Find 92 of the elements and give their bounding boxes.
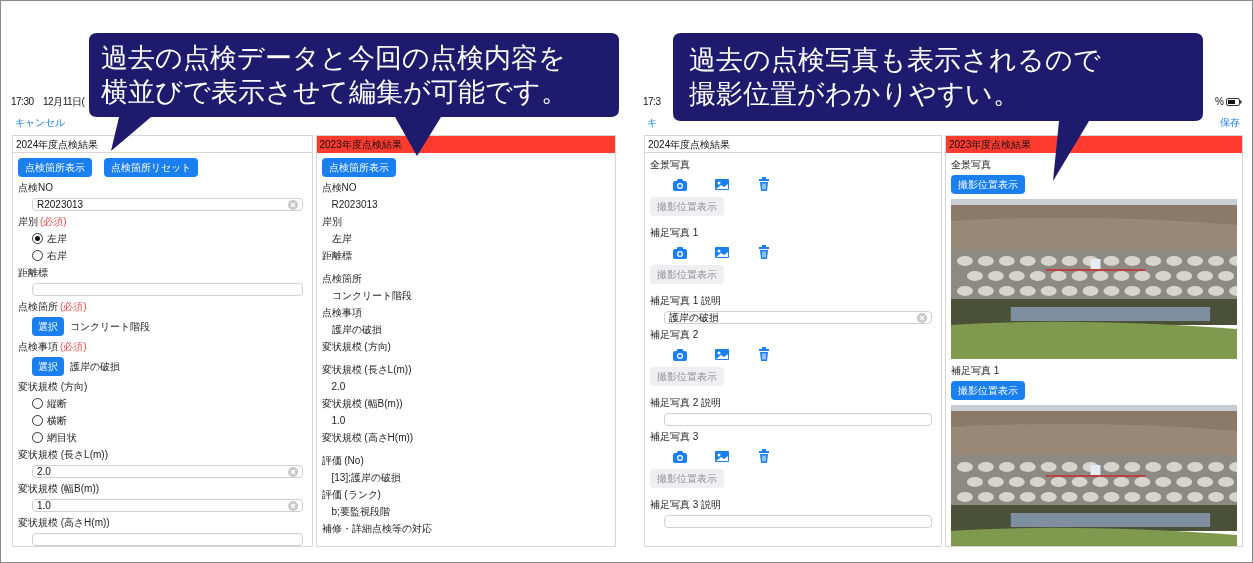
location-button[interactable]: 点検箇所リセット [104, 158, 198, 177]
field-label: 点検事項 [321, 306, 362, 320]
selected-value: コンクリート階段 [70, 320, 150, 334]
input-field[interactable] [32, 283, 303, 296]
required-mark: (必須) [60, 300, 87, 314]
status-time: 17:30 12月11日( [11, 97, 85, 107]
clear-icon [287, 199, 298, 210]
input-field[interactable]: 1.0 [32, 499, 303, 512]
image-icon [714, 346, 730, 362]
camera-icon [672, 244, 688, 260]
input-field[interactable] [32, 533, 303, 546]
field-label: 変状規模 (長さL(m)) [321, 363, 412, 377]
field-label: 変状規模 (高さH(m)) [321, 431, 414, 445]
selected-value: 護岸の破損 [70, 360, 120, 374]
save-link[interactable]: 保存 [1220, 114, 1240, 130]
field-label: 補足写真 3 説明 [650, 498, 722, 512]
panel-header: 2024年度点検結果 [645, 136, 941, 153]
field-value: [13];護岸の破損 [331, 471, 402, 485]
clear-icon [287, 466, 298, 477]
field-label: 全景写真 [951, 158, 991, 172]
cancel-link[interactable]: キャンセル [15, 114, 65, 130]
required-mark: (必須) [40, 215, 67, 229]
field-label: 点検事項 [18, 340, 58, 354]
field-label: 点検NO [18, 181, 53, 195]
option-label: 左岸 [47, 232, 67, 246]
field-label: 補足写真 2 [650, 328, 699, 342]
field-label: 変状規模 (方向) [321, 340, 391, 354]
field-label: 変状規模 (幅B(m)) [321, 397, 403, 411]
location-button[interactable]: 撮影位置表示 [951, 175, 1025, 194]
field-value: 2.0 [331, 380, 347, 394]
field-label: 評価 (No) [321, 454, 364, 468]
camera-icon [672, 346, 688, 362]
clear-icon [917, 312, 927, 323]
location-button[interactable]: 点検箇所表示 [18, 158, 92, 177]
field-value: 護岸の破損 [331, 323, 383, 337]
field-value: b;要監視段階 [331, 505, 391, 519]
option-label: 右岸 [47, 249, 67, 263]
field-label: 距離標 [18, 266, 48, 280]
clear-icon [287, 500, 298, 511]
location-button[interactable]: 撮影位置表示 [951, 381, 1025, 400]
option-label: 横断 [47, 414, 67, 428]
field-label: 点検箇所 [321, 272, 362, 286]
select-button[interactable]: 選択 [32, 357, 64, 376]
input-field[interactable]: 護岸の破損 [664, 311, 932, 324]
select-button[interactable]: 選択 [32, 317, 64, 336]
battery-icon [1226, 98, 1242, 106]
image-icon [714, 244, 730, 260]
trash-icon [756, 448, 772, 464]
field-label: 補足写真 1 [951, 364, 1000, 378]
panel-header: 2023年度点検結果 [946, 136, 1242, 153]
field-value: コンクリート階段 [331, 289, 413, 303]
field-label: 変状規模 (高さH(m)) [18, 516, 110, 530]
field-label: 岸別 [18, 215, 38, 229]
input-field[interactable] [664, 413, 932, 426]
field-label: 変状規模 (幅B(m)) [18, 482, 100, 496]
image-icon [714, 448, 730, 464]
field-value: R2023013 [331, 198, 379, 212]
field-value: 左岸 [331, 232, 353, 246]
field-label: 補足写真 1 [650, 226, 699, 240]
input-field[interactable] [664, 515, 932, 528]
field-label: 岸別 [321, 215, 342, 229]
trash-icon [756, 346, 772, 362]
image-icon [714, 176, 730, 192]
battery-percent: % [1215, 97, 1224, 107]
field-label: 点検NO [321, 181, 357, 195]
panel-header: 2023年度点検結果 [316, 136, 615, 153]
location-button[interactable]: 点検箇所表示 [321, 158, 396, 177]
callout-text: 過去の点検データと今回の点検内容を 横並びで表示させて編集が可能です。 [101, 42, 568, 109]
required-mark: (必須) [60, 340, 87, 354]
field-label: 評価 (ランク) [321, 488, 381, 502]
field-label: 点検箇所 [18, 300, 58, 314]
camera-icon [672, 176, 688, 192]
trash-icon [756, 176, 772, 192]
field-label: 変状規模 (長さL(m)) [18, 448, 108, 462]
field-value: 1.0 [331, 414, 347, 428]
panel-header: 2024年度点検結果 [13, 136, 312, 153]
option-label: 網目状 [47, 431, 77, 445]
field-label: 補足写真 2 説明 [650, 396, 722, 410]
option-label: 縦断 [47, 397, 67, 411]
cancel-link[interactable]: キ [647, 114, 657, 130]
status-time: 17:3 [643, 97, 661, 107]
input-field[interactable]: R2023013 [32, 198, 303, 211]
field-label: 補足写真 3 [650, 430, 699, 444]
camera-icon [672, 448, 688, 464]
field-label: 補修・詳細点検等の対応 [321, 522, 432, 536]
trash-icon [756, 244, 772, 260]
field-label: 補足写真 1 説明 [650, 294, 722, 308]
input-field[interactable]: 2.0 [32, 465, 303, 478]
field-label: 距離標 [321, 249, 352, 263]
field-label: 全景写真 [650, 158, 690, 172]
callout-text: 過去の点検写真も表示されるので 撮影位置がわかりやすい。 [689, 44, 1101, 111]
field-label: 変状規模 (方向) [18, 380, 88, 394]
